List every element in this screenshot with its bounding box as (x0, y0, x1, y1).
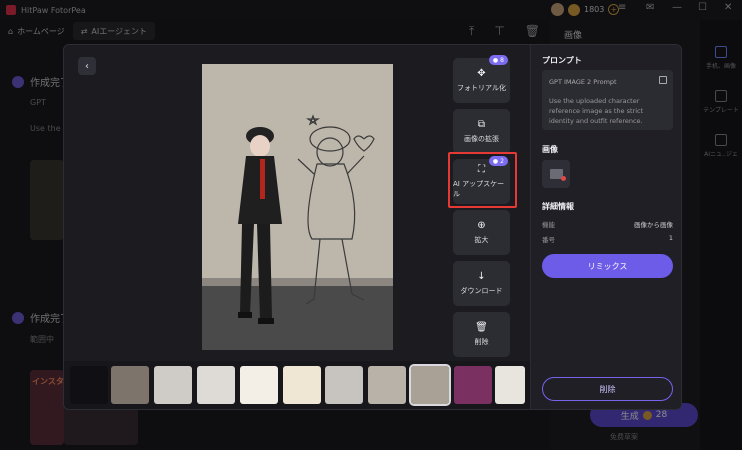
thumbnail[interactable] (495, 366, 525, 404)
thumbnail[interactable] (111, 366, 149, 404)
thumbnail[interactable] (454, 366, 492, 404)
thumbnail-strip (64, 361, 530, 409)
download-icon: ↓ (477, 270, 486, 282)
photoreal-label: フォトリアル化 (457, 83, 506, 92)
thumbnail[interactable] (325, 366, 363, 404)
app-window: HitPaw FotorPea 1803 + ≡ ✉ — ☐ ✕ ⌂ ホームペー… (0, 0, 742, 450)
back-button[interactable]: ‹ (78, 57, 96, 75)
upscale-highlight-frame (448, 152, 517, 208)
thumbnail[interactable] (197, 366, 235, 404)
download-label: ダウンロード (460, 286, 503, 295)
trash-icon: 🗑 (475, 321, 488, 333)
image-heading: 画像 (542, 145, 558, 154)
main-preview-image (202, 64, 393, 350)
prompt-text: Use the uploaded character reference ima… (549, 97, 644, 125)
detail-key: 番号 (542, 236, 555, 244)
thumbnail[interactable] (283, 366, 321, 404)
detail-row-function: 機能 画像から画像 (542, 219, 673, 229)
copy-icon[interactable] (659, 76, 667, 84)
prompt-model-title: GPT IMAGE 2 Prompt (549, 78, 617, 86)
delete-action-label: 削除 (474, 337, 489, 346)
thumbnail-agent[interactable] (70, 366, 108, 404)
delete-button[interactable]: 削除 (542, 377, 673, 401)
detail-value: 画像から画像 (634, 221, 673, 229)
preview-illustration (202, 64, 393, 350)
photoreal-button[interactable]: ● 8 ✥ フォトリアル化 (453, 55, 510, 103)
delete-action-button[interactable]: 🗑 削除 (453, 312, 510, 357)
move-arrows-icon: ✥ (477, 67, 486, 79)
image-detail-modal: ‹ ● 8 ✥ フォトリアル化 ⧉ 画像の拡張 ● 2 ⛶ AI アップスケール… (63, 44, 682, 410)
expand-image-icon: ⧉ (477, 118, 486, 130)
expand-image-button[interactable]: ⧉ 画像の拡張 (453, 109, 510, 154)
details-heading: 詳細情報 (542, 202, 574, 211)
zoom-button[interactable]: ⊕ 拡大 (453, 210, 510, 255)
thumbnail[interactable] (368, 366, 406, 404)
prompt-box: GPT IMAGE 2 Prompt Use the uploaded char… (542, 70, 673, 130)
download-button[interactable]: ↓ ダウンロード (453, 261, 510, 306)
detail-row-number: 番号 1 (542, 234, 673, 244)
thumbnail[interactable] (154, 366, 192, 404)
zoom-in-icon: ⊕ (477, 219, 486, 231)
chevron-left-icon: ‹ (85, 60, 89, 72)
image-placeholder-icon (549, 169, 566, 181)
detail-key: 機能 (542, 221, 555, 229)
photoreal-badge-count: 8 (500, 56, 504, 64)
reference-image-thumb[interactable] (542, 160, 570, 188)
detail-value: 1 (668, 234, 673, 242)
prompt-heading: プロンプト (542, 56, 582, 65)
badge-chat-icon: ● (492, 56, 499, 64)
zoom-label: 拡大 (474, 235, 489, 244)
remix-button[interactable]: リミックス (542, 254, 673, 278)
details-panel: プロンプト GPT IMAGE 2 Prompt Use the uploade… (530, 45, 681, 409)
photoreal-badge: ● 8 (488, 55, 508, 65)
thumbnail-selected[interactable] (409, 364, 451, 406)
thumbnail[interactable] (240, 366, 278, 404)
expand-image-label: 画像の拡張 (464, 134, 499, 143)
